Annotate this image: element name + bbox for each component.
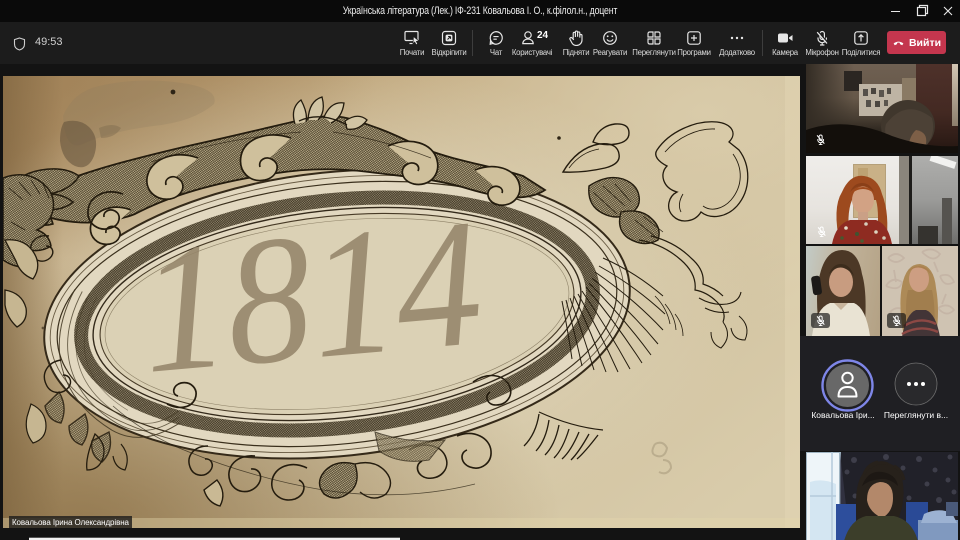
svg-text:1814: 1814 [133,181,489,411]
